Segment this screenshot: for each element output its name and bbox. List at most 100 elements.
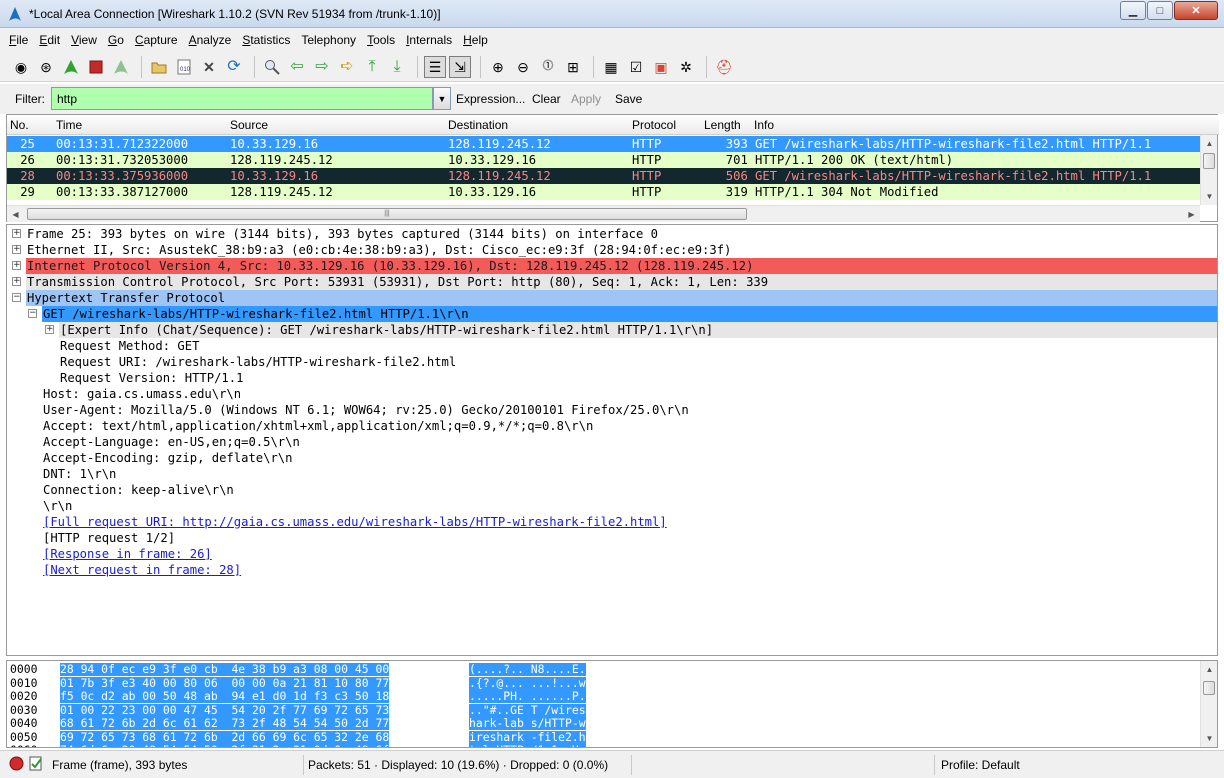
go-to-packet-icon[interactable]: ➪ bbox=[336, 56, 358, 78]
bytes-ascii[interactable]: .{?.@... ...!...w bbox=[469, 676, 586, 690]
expand-icon[interactable]: + bbox=[12, 245, 21, 254]
menu-item[interactable]: Analyze bbox=[189, 33, 232, 47]
menu-item[interactable]: Edit bbox=[39, 33, 60, 47]
detail-link[interactable]: [Response in frame: 26] bbox=[43, 546, 212, 562]
start-capture-icon[interactable] bbox=[60, 56, 82, 78]
resize-columns-icon[interactable]: ⊞ bbox=[562, 56, 584, 78]
bytes-ascii[interactable]: (....?.. N8....E. bbox=[469, 663, 586, 676]
bytes-vertical-scrollbar[interactable]: ▲ ▼ bbox=[1200, 661, 1217, 747]
display-filters-icon[interactable]: ☑ bbox=[625, 56, 647, 78]
collapse-icon[interactable]: − bbox=[28, 309, 37, 318]
bytes-hex[interactable]: 01 00 22 23 00 00 47 45 54 20 2f 77 69 7… bbox=[60, 703, 390, 717]
colorize-icon[interactable]: ☰ bbox=[424, 55, 446, 78]
restart-capture-icon[interactable] bbox=[110, 56, 132, 78]
detail-tree-row[interactable]: [HTTP request 1/2] bbox=[7, 530, 1217, 546]
column-header-no[interactable]: No. bbox=[10, 118, 29, 132]
detail-tree-row[interactable]: DNT: 1\r\n bbox=[7, 466, 1217, 482]
detail-tree-row[interactable]: + Internet Protocol Version 4, Src: 10.33… bbox=[7, 258, 1217, 274]
expert-info-icon[interactable] bbox=[9, 756, 24, 771]
packet-row[interactable]: 25 00:13:31.712322000 10.33.129.16 128.119.… bbox=[7, 136, 1200, 152]
scroll-thumb[interactable]: ||| bbox=[27, 208, 747, 220]
detail-tree-row[interactable]: + Transmission Control Protocol, Src Port… bbox=[7, 274, 1217, 290]
normal-size-icon[interactable]: ⓵ bbox=[537, 56, 559, 78]
expression-button[interactable]: Expression... bbox=[456, 92, 525, 106]
coloring-rules-icon[interactable]: ▣ bbox=[650, 56, 672, 78]
preferences-icon[interactable]: ✲ bbox=[675, 56, 697, 78]
scroll-left-icon[interactable]: ◀ bbox=[7, 206, 24, 223]
back-icon[interactable]: ⇦ bbox=[286, 56, 308, 78]
detail-tree-row[interactable]: [Response in frame: 26] bbox=[7, 546, 1217, 562]
column-header-destination[interactable]: Destination bbox=[448, 118, 508, 132]
detail-tree-row[interactable]: + Ethernet II, Src: AsustekC_38:b9:a3 (e0… bbox=[7, 242, 1217, 258]
status-profile[interactable]: Profile: Default bbox=[934, 755, 1218, 775]
zoom-in-icon[interactable]: ⊕ bbox=[487, 56, 509, 78]
scroll-thumb[interactable] bbox=[1203, 681, 1215, 695]
column-header-info[interactable]: Info bbox=[754, 118, 774, 132]
bytes-hex[interactable]: 74 6d 6c 20 48 54 54 50 2f 31 2e 31 0d 0… bbox=[60, 744, 390, 747]
close-icon[interactable]: ✕ bbox=[1174, 1, 1218, 20]
menu-item[interactable]: Go bbox=[108, 33, 124, 47]
scroll-right-icon[interactable]: ▶ bbox=[1183, 206, 1200, 223]
bytes-ascii[interactable]: ireshark -file2.h bbox=[469, 730, 586, 744]
detail-tree-row[interactable]: Request Version: HTTP/1.1 bbox=[7, 370, 1217, 386]
detail-link[interactable]: [Next request in frame: 28] bbox=[43, 562, 241, 578]
column-header-length[interactable]: Length bbox=[704, 118, 741, 132]
menu-item[interactable]: File bbox=[9, 33, 28, 47]
apply-button[interactable]: Apply bbox=[571, 92, 601, 106]
find-icon[interactable] bbox=[261, 56, 283, 78]
menu-item[interactable]: Tools bbox=[367, 33, 395, 47]
detail-tree-row[interactable]: − Hypertext Transfer Protocol bbox=[7, 290, 1217, 306]
capture-comment-icon[interactable] bbox=[28, 756, 43, 771]
packet-row[interactable]: 26 00:13:31.732053000 128.119.245.12 10.33.… bbox=[7, 152, 1200, 168]
detail-tree-row[interactable]: Accept-Language: en-US,en;q=0.5\r\n bbox=[7, 434, 1217, 450]
scroll-up-icon[interactable]: ▲ bbox=[1201, 135, 1218, 152]
menu-item[interactable]: Internals bbox=[406, 33, 452, 47]
forward-icon[interactable]: ⇨ bbox=[311, 56, 333, 78]
clear-button[interactable]: Clear bbox=[532, 92, 561, 106]
menu-item[interactable]: Telephony bbox=[301, 33, 356, 47]
detail-tree-row[interactable]: + [Expert Info (Chat/Sequence): GET /wire… bbox=[7, 322, 1217, 338]
filter-input[interactable]: http bbox=[51, 87, 433, 110]
expand-icon[interactable]: + bbox=[12, 229, 21, 238]
bytes-hex[interactable]: f5 0c d2 ab 00 50 48 ab 94 e1 d0 1d f3 c… bbox=[60, 690, 390, 703]
reload-icon[interactable]: ⟳ bbox=[223, 56, 245, 78]
detail-tree-row[interactable]: [Full request URI: http://gaia.cs.umass.… bbox=[7, 514, 1217, 530]
detail-tree-row[interactable]: User-Agent: Mozilla/5.0 (Windows NT 6.1;… bbox=[7, 402, 1217, 418]
last-packet-icon[interactable]: ⤓ bbox=[386, 56, 408, 78]
expand-icon[interactable]: + bbox=[12, 261, 21, 270]
detail-tree-row[interactable]: Request Method: GET bbox=[7, 338, 1217, 354]
detail-tree-row[interactable]: + Frame 25: 393 bytes on wire (3144 bits)… bbox=[7, 226, 1217, 242]
detail-tree-row[interactable]: − GET /wireshark-labs/HTTP-wireshark-file… bbox=[7, 306, 1217, 322]
auto-scroll-icon[interactable]: ⇲ bbox=[449, 55, 471, 78]
detail-tree-row[interactable]: [Next request in frame: 28] bbox=[7, 562, 1217, 578]
expand-icon[interactable]: + bbox=[12, 277, 21, 286]
capture-filters-icon[interactable]: ▦ bbox=[600, 56, 622, 78]
first-packet-icon[interactable]: ⤒ bbox=[361, 56, 383, 78]
bytes-hex[interactable]: 68 61 72 6b 2d 6c 61 62 73 2f 48 54 54 5… bbox=[60, 717, 390, 730]
help-icon[interactable]: ⛑ bbox=[713, 56, 735, 78]
maximize-icon[interactable]: □ bbox=[1147, 1, 1173, 20]
capture-options-icon[interactable]: ⊛ bbox=[35, 56, 57, 78]
minimize-icon[interactable]: ▁ bbox=[1120, 1, 1146, 20]
bytes-ascii[interactable]: tml HTTP /1.1..Ho bbox=[469, 744, 586, 747]
scroll-up-icon[interactable]: ▲ bbox=[1201, 661, 1217, 678]
menu-item[interactable]: Capture bbox=[135, 33, 178, 47]
packet-row[interactable]: 28 00:13:33.375936000 10.33.129.16 128.119.… bbox=[7, 168, 1200, 184]
menu-item[interactable]: Statistics bbox=[242, 33, 290, 47]
scroll-down-icon[interactable]: ▼ bbox=[1201, 188, 1218, 205]
menu-item[interactable]: Help bbox=[463, 33, 488, 47]
stop-capture-icon[interactable] bbox=[85, 56, 107, 78]
detail-tree-row[interactable]: Accept: text/html,application/xhtml+xml,… bbox=[7, 418, 1217, 434]
detail-tree-row[interactable]: Host: gaia.cs.umass.edu\r\n bbox=[7, 386, 1217, 402]
bytes-hex[interactable]: 01 7b 3f e3 40 00 80 06 00 00 0a 21 81 1… bbox=[60, 676, 390, 690]
menu-item[interactable]: View bbox=[71, 33, 97, 47]
scroll-thumb[interactable] bbox=[1203, 153, 1215, 169]
detail-tree-row[interactable]: Request URI: /wireshark-labs/HTTP-wiresh… bbox=[7, 354, 1217, 370]
column-header-source[interactable]: Source bbox=[230, 118, 268, 132]
zoom-out-icon[interactable]: ⊖ bbox=[512, 56, 534, 78]
detail-tree-row[interactable]: Accept-Encoding: gzip, deflate\r\n bbox=[7, 450, 1217, 466]
packet-list-horizontal-scrollbar[interactable]: ◀ ||| ▶ bbox=[7, 205, 1200, 222]
column-header-time[interactable]: Time bbox=[56, 118, 82, 132]
scroll-down-icon[interactable]: ▼ bbox=[1201, 730, 1217, 747]
detail-tree-row[interactable]: Connection: keep-alive\r\n bbox=[7, 482, 1217, 498]
